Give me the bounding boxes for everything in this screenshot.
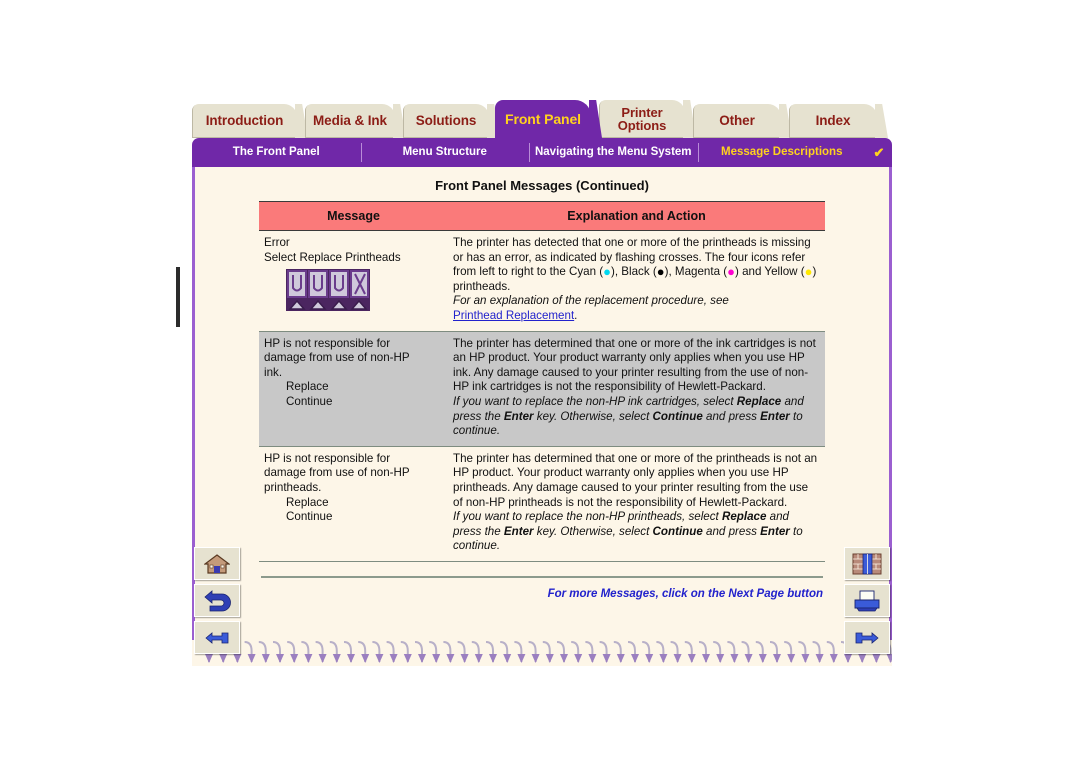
checkmark-icon: ✔ [873, 145, 885, 160]
black-dot-icon: ● [656, 264, 665, 280]
cyan-dot-icon: ● [603, 264, 611, 280]
subnav-label: Menu Structure [402, 146, 487, 158]
printer-icon [854, 590, 880, 611]
page-title: Front Panel Messages (Continued) [435, 178, 649, 193]
pointing-hand-right-icon [855, 631, 879, 644]
message-line: damage from use of non-HP [264, 466, 410, 480]
tab-label: Media & Ink [313, 113, 387, 129]
yellow-dot-icon: ● [804, 264, 813, 280]
subnav-label: Message Descriptions [721, 146, 843, 158]
message-line: HP is not responsible for [264, 451, 391, 465]
italic-note: For an explanation of the replacement pr… [453, 294, 729, 308]
message-line: printheads. [264, 480, 322, 494]
tab-label: Index [815, 113, 851, 129]
subnav-item-menu-structure[interactable]: Menu Structure [360, 138, 530, 167]
pointing-hand-left-icon [205, 631, 229, 644]
subnav-label: The Front Panel [232, 146, 320, 158]
message-cell: HP is not responsible for damage from us… [259, 331, 448, 447]
subnav-item-navigating-the-menu-system[interactable]: Navigating the Menu System [529, 138, 698, 167]
sub-navigation-bar: The Front Panel Menu Structure Navigatin… [192, 138, 892, 167]
next-page-button[interactable] [844, 621, 890, 654]
table-header-row: Message Explanation and Action [259, 201, 825, 231]
bookshelf-button[interactable] [844, 547, 890, 580]
printhead-status-icon [264, 265, 443, 313]
italic-note: If you want to replace the non-HP printh… [453, 510, 803, 553]
message-line: HP is not responsible for [264, 336, 391, 350]
house-icon [204, 553, 230, 574]
subnav-item-message-descriptions[interactable]: Message Descriptions [697, 138, 867, 167]
message-option: Continue [286, 510, 333, 524]
table-row: HP is not responsible for damage from us… [259, 446, 825, 562]
column-header-explanation: Explanation and Action [448, 201, 825, 231]
tab-introduction[interactable]: Introduction [192, 104, 297, 138]
document-viewer: Introduction Media & Ink Solutions Front… [192, 100, 895, 666]
back-arrow-icon [204, 589, 231, 611]
tab-label: Other [719, 113, 755, 129]
footer-note: For more Messages, click on the Next Pag… [547, 587, 823, 600]
explanation-cell: The printer has determined that one or m… [448, 331, 825, 447]
left-scroll-marker [176, 267, 180, 327]
tab-label: Introduction [205, 113, 284, 129]
bookshelf-icon [852, 553, 882, 574]
tab-label: Front Panel [505, 110, 581, 127]
message-option: Replace [286, 495, 329, 509]
message-option: Continue [286, 394, 333, 408]
footer-divider [261, 575, 823, 578]
printhead-icon-graphic [286, 269, 370, 312]
printhead-replacement-link[interactable]: Printhead Replacement [453, 309, 574, 322]
message-cell: Error Select Replace Printheads [259, 230, 448, 332]
back-button[interactable] [194, 584, 240, 617]
message-option: Replace [286, 380, 329, 394]
previous-page-button[interactable] [194, 621, 240, 654]
page-content: Front Panel Messages (Continued) Message… [192, 167, 892, 640]
message-cell: HP is not responsible for damage from us… [259, 446, 448, 562]
explanation-cell: The printer has determined that one or m… [448, 446, 825, 562]
tab-index[interactable]: Index [789, 104, 877, 138]
tab-label: Printer Options [617, 104, 667, 133]
tab-media-and-ink[interactable]: Media & Ink [305, 104, 395, 138]
table-row: Error Select Replace Printheads The prin… [259, 230, 825, 332]
tab-solutions[interactable]: Solutions [403, 104, 489, 138]
subnav-item-the-front-panel[interactable]: The Front Panel [192, 138, 361, 167]
tab-other[interactable]: Other [693, 104, 781, 138]
tab-front-panel[interactable]: Front Panel [495, 100, 591, 138]
explanation-text: The printer has detected that one or mor… [453, 236, 817, 293]
message-line: damage from use of non-HP [264, 351, 410, 365]
spiral-binding [192, 640, 895, 666]
italic-note: If you want to replace the non-HP ink ca… [453, 394, 804, 438]
main-tab-bar: Introduction Media & Ink Solutions Front… [192, 100, 892, 142]
left-button-column [194, 547, 240, 658]
magenta-dot-icon: ● [727, 264, 735, 280]
table-row: HP is not responsible for damage from us… [259, 331, 825, 447]
explanation-text: The printer has determined that one or m… [453, 451, 818, 509]
home-button[interactable] [194, 547, 240, 580]
link-line: Printhead Replacement. [453, 309, 820, 324]
message-line: Error [264, 236, 290, 249]
front-panel-messages-table: Message Explanation and Action Error Sel… [259, 201, 825, 562]
column-header-message: Message [259, 201, 448, 231]
subnav-label: Navigating the Menu System [534, 146, 692, 158]
message-line: ink. [264, 365, 283, 379]
message-line: Select Replace Printheads [264, 250, 401, 264]
spiral-binding-graphic [192, 640, 895, 666]
print-button[interactable] [844, 584, 890, 617]
explanation-text: The printer has determined that one or m… [453, 336, 816, 394]
tab-printer-options[interactable]: Printer Options [599, 100, 685, 138]
explanation-cell: The printer has detected that one or mor… [448, 230, 825, 332]
link-suffix: . [574, 308, 578, 322]
tab-label: Solutions [415, 113, 477, 129]
right-button-column [844, 547, 890, 658]
